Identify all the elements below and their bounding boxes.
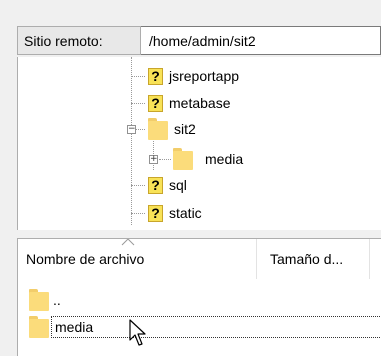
question-icon: ? xyxy=(148,67,163,85)
tree-connector xyxy=(131,185,145,186)
tree-connector xyxy=(136,129,145,130)
tree-connector xyxy=(131,103,145,104)
mouse-pointer-icon xyxy=(129,319,146,346)
folder-icon xyxy=(29,289,49,311)
tree-item-label: metabase xyxy=(169,95,231,111)
tree-item-label: jsreportapp xyxy=(169,68,240,84)
folder-icon xyxy=(173,148,193,170)
column-header-label: Nombre de archivo xyxy=(26,251,145,267)
tree-item-label: media xyxy=(205,151,244,167)
column-header-size[interactable]: Tamaño d... xyxy=(257,239,369,279)
list-item-media[interactable]: media xyxy=(29,314,93,340)
tree-connector xyxy=(159,159,171,160)
remote-path-bar: Sitio remoto: /home/admin/sit2 xyxy=(17,26,381,57)
tree-item-label: static xyxy=(169,205,202,221)
tree-guide-line xyxy=(153,136,154,170)
tree-item-metabase[interactable]: ? metabase xyxy=(148,92,230,114)
remote-site-label-text: Sitio remoto: xyxy=(24,32,103,49)
folder-icon xyxy=(29,316,49,338)
file-list-header: Nombre de archivo Tamaño d... xyxy=(18,239,381,279)
question-icon: ? xyxy=(148,176,163,194)
question-icon: ? xyxy=(148,94,163,112)
list-item-parent-dir[interactable]: .. xyxy=(29,287,61,313)
remote-site-label[interactable]: Sitio remoto: xyxy=(17,26,141,55)
tree-item-sit2[interactable]: sit2 xyxy=(148,118,199,140)
list-item-name: media xyxy=(55,319,94,335)
tree-connector xyxy=(131,213,145,214)
remote-path-input[interactable]: /home/admin/sit2 xyxy=(141,26,381,55)
tree-guide-line xyxy=(131,57,132,225)
column-header-label: Tamaño d... xyxy=(270,251,344,267)
question-icon: ? xyxy=(148,204,163,222)
remote-path-value: /home/admin/sit2 xyxy=(149,32,256,49)
list-item-name: .. xyxy=(53,292,61,308)
remote-file-list[interactable]: Nombre de archivo Tamaño d... .. media xyxy=(17,238,381,356)
pane-splitter[interactable] xyxy=(17,230,381,238)
tree-item-label: sql xyxy=(169,177,187,193)
collapse-toggle-sit2[interactable]: − xyxy=(127,125,136,134)
tree-item-label: sit2 xyxy=(174,121,196,137)
tree-item-sql[interactable]: ? sql xyxy=(148,174,187,196)
column-divider[interactable] xyxy=(369,239,370,279)
remote-directory-tree[interactable]: − + ? jsreportapp ? metabase sit2 media … xyxy=(17,57,381,230)
tree-item-static[interactable]: ? static xyxy=(148,202,202,224)
tree-item-media[interactable]: media xyxy=(173,148,243,170)
expand-toggle-media[interactable]: + xyxy=(149,155,158,164)
focus-rectangle xyxy=(51,316,381,338)
tree-connector xyxy=(131,76,145,77)
remote-site-panel: Sitio remoto: /home/admin/sit2 − + ? jsr… xyxy=(0,0,381,356)
column-header-filename[interactable]: Nombre de archivo xyxy=(18,239,256,279)
tree-item-jsreportapp[interactable]: ? jsreportapp xyxy=(148,65,239,87)
folder-icon xyxy=(148,118,168,140)
